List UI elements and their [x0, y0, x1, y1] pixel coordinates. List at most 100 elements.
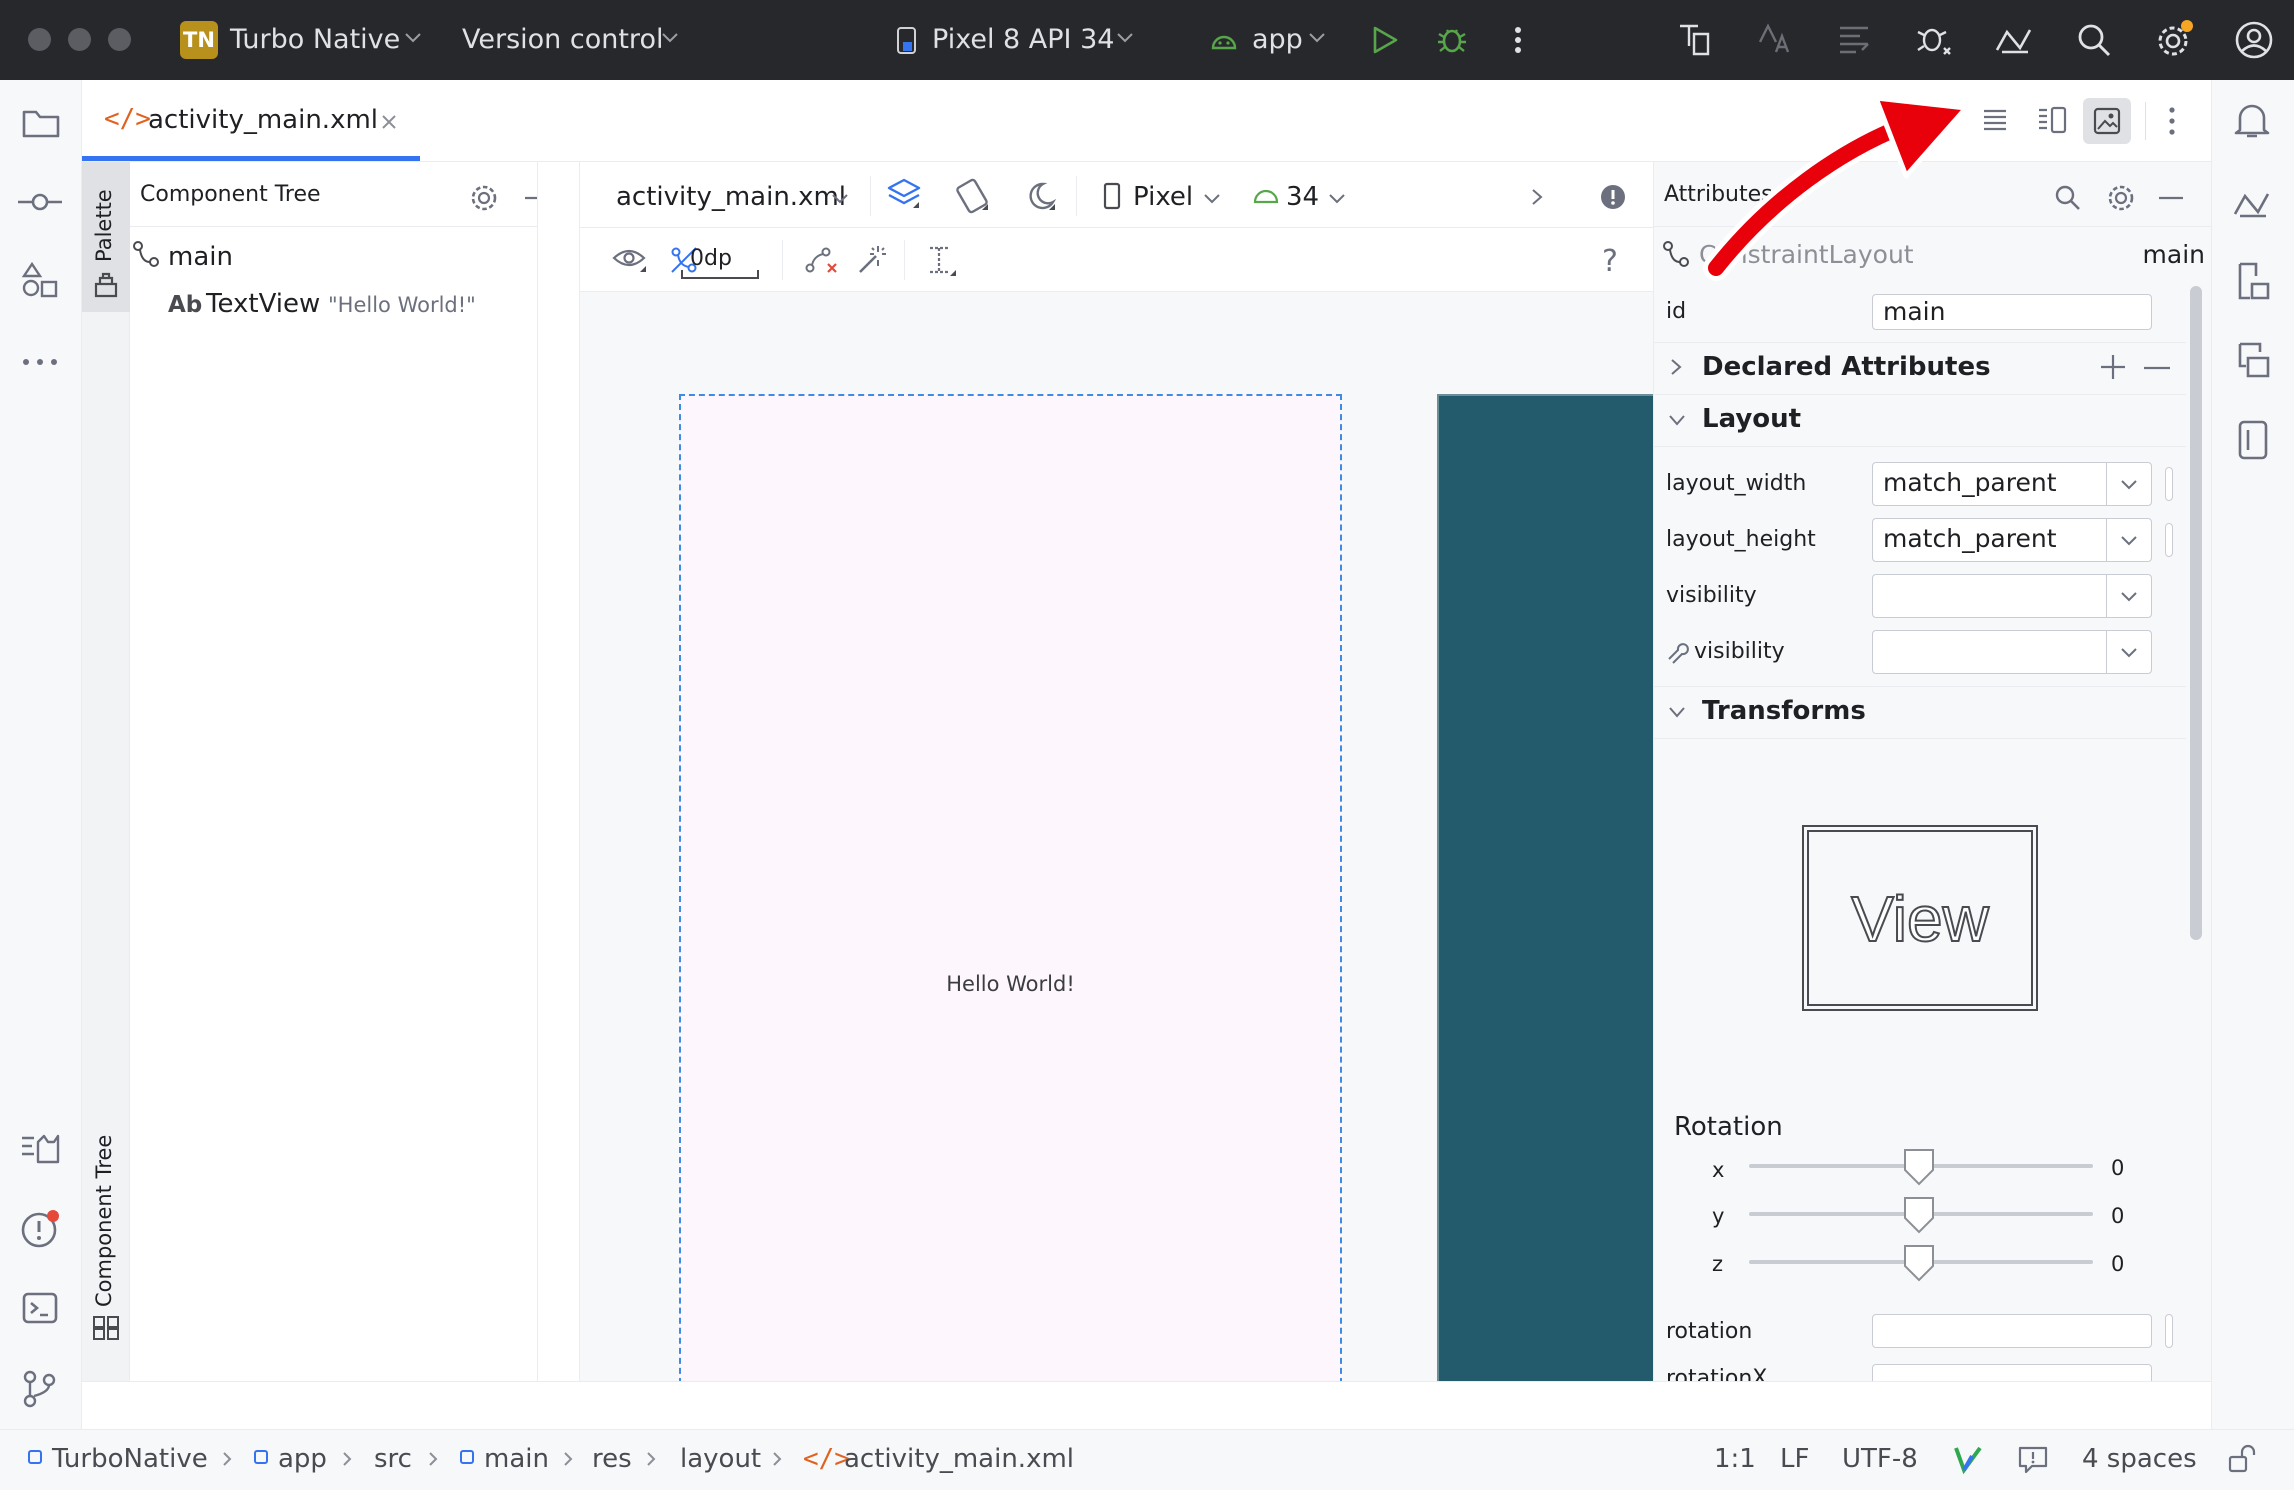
- breadcrumb-item-3[interactable]: main: [484, 1444, 549, 1474]
- terminal-icon[interactable]: [22, 1292, 58, 1324]
- attach-debugger-icon[interactable]: [1914, 22, 1952, 58]
- toolbar-overflow-chevron-icon[interactable]: [1531, 188, 1543, 206]
- device-preset-selector[interactable]: Pixel: [1133, 182, 1193, 212]
- layout-height-resource-picker[interactable]: [2165, 523, 2173, 557]
- logcat-icon[interactable]: [20, 1132, 60, 1166]
- close-window-button[interactable]: [28, 28, 51, 51]
- blueprint-preview-screen[interactable]: [1437, 394, 1653, 1394]
- attributes-scrollbar-thumb[interactable]: [2190, 286, 2202, 940]
- rotation-resource-picker[interactable]: [2165, 1314, 2173, 1348]
- caret-position[interactable]: 1:1: [1714, 1444, 1756, 1474]
- layout-height-chevron-icon[interactable]: [2121, 536, 2137, 546]
- transforms-section-header[interactable]: Transforms: [1702, 696, 1866, 726]
- attributes-settings-icon[interactable]: [2107, 184, 2135, 212]
- breadcrumb-item-5[interactable]: layout: [680, 1444, 761, 1474]
- layout-width-resource-picker[interactable]: [2165, 467, 2173, 501]
- transforms-chevron-down-icon[interactable]: [1668, 706, 1686, 718]
- file-chevron-icon[interactable]: [832, 194, 848, 204]
- rotation-input[interactable]: [1872, 1314, 2152, 1348]
- tab-bar-more-icon[interactable]: [2169, 107, 2175, 135]
- issues-icon[interactable]: [1600, 184, 1626, 210]
- close-tab-icon[interactable]: [382, 115, 396, 129]
- tools-visibility-dropdown[interactable]: [1872, 630, 2152, 674]
- device-mirror-icon[interactable]: [2238, 420, 2268, 460]
- component-tree-splitter[interactable]: [537, 162, 580, 1381]
- code-view-icon[interactable]: [1982, 108, 2008, 132]
- split-view-icon[interactable]: [2037, 106, 2067, 134]
- rotationx-input[interactable]: [1872, 1364, 2152, 1381]
- running-devices-icon[interactable]: [2232, 186, 2272, 222]
- api-level-chevron-icon[interactable]: [1329, 194, 1345, 204]
- more-tools-icon[interactable]: [22, 358, 58, 366]
- visibility-chevron-icon[interactable]: [2121, 592, 2137, 602]
- project-folder-icon[interactable]: [22, 108, 60, 138]
- help-icon[interactable]: ?: [1602, 244, 1618, 279]
- read-only-lock-icon[interactable]: [2228, 1444, 2258, 1474]
- palette-tab[interactable]: Palette: [82, 162, 130, 312]
- orientation-icon[interactable]: [954, 178, 990, 214]
- layout-height-dropdown[interactable]: match_parent: [1872, 518, 2152, 562]
- resource-manager-icon[interactable]: [21, 261, 58, 298]
- rotation-x-thumb[interactable]: [1903, 1148, 1935, 1186]
- declared-attributes-header[interactable]: Declared Attributes: [1702, 352, 1991, 382]
- tree-node-textview[interactable]: Ab TextView "Hello World!": [130, 282, 537, 326]
- attributes-minimize-icon[interactable]: [2159, 196, 2183, 200]
- layout-chevron-down-icon[interactable]: [1668, 414, 1686, 426]
- remove-attribute-icon[interactable]: [2144, 366, 2170, 370]
- breadcrumb-item-6[interactable]: activity_main.xml: [844, 1444, 1074, 1474]
- file-encoding[interactable]: UTF-8: [1842, 1444, 1918, 1474]
- infer-constraints-icon[interactable]: [856, 244, 888, 276]
- breadcrumb-item-1[interactable]: app: [278, 1444, 327, 1474]
- apply-code-changes-icon[interactable]: [1836, 22, 1872, 58]
- breadcrumb-item-0[interactable]: TurboNative: [52, 1444, 208, 1474]
- layout-file-selector[interactable]: activity_main.xml: [616, 182, 846, 212]
- problems-icon[interactable]: [20, 1208, 62, 1250]
- project-chevron-icon[interactable]: [405, 32, 421, 44]
- layout-width-chevron-icon[interactable]: [2121, 480, 2137, 490]
- component-tree-tab[interactable]: Component Tree: [82, 1122, 130, 1347]
- night-mode-icon[interactable]: [1023, 180, 1057, 214]
- sync-gradle-icon[interactable]: [1676, 22, 1712, 58]
- device-manager-icon[interactable]: [1994, 22, 2034, 58]
- more-actions-icon[interactable]: [1514, 26, 1522, 54]
- device-selector[interactable]: Pixel 8 API 34: [932, 24, 1114, 55]
- layout-section-header[interactable]: Layout: [1702, 404, 1801, 434]
- tab-activity-main[interactable]: </> activity_main.xml: [82, 80, 422, 162]
- visibility-dropdown[interactable]: [1872, 574, 2152, 618]
- guidelines-icon[interactable]: [924, 244, 958, 278]
- rotation-z-thumb[interactable]: [1903, 1244, 1935, 1282]
- device-chevron-icon[interactable]: [1117, 32, 1133, 44]
- notifications-bell-icon[interactable]: [2234, 102, 2270, 140]
- design-view-button[interactable]: [2083, 98, 2131, 144]
- commit-icon[interactable]: [18, 192, 62, 212]
- device-preset-chevron-icon[interactable]: [1204, 194, 1220, 204]
- minimize-window-button[interactable]: [68, 28, 91, 51]
- project-name[interactable]: Turbo Native: [230, 24, 400, 55]
- layout-width-dropdown[interactable]: match_parent: [1872, 462, 2152, 506]
- git-icon[interactable]: [22, 1370, 56, 1408]
- account-avatar-icon[interactable]: [2234, 20, 2274, 60]
- device-explorer-icon[interactable]: [2236, 262, 2270, 300]
- clear-constraints-icon[interactable]: [804, 246, 838, 276]
- inspection-widget-icon[interactable]: [2018, 1446, 2048, 1474]
- view-options-eye-icon[interactable]: [612, 246, 648, 274]
- declared-chevron-right-icon[interactable]: [1670, 358, 1682, 376]
- breadcrumb-item-2[interactable]: src: [374, 1444, 412, 1474]
- indent-setting[interactable]: 4 spaces: [2082, 1444, 2197, 1474]
- breadcrumb-item-4[interactable]: res: [592, 1444, 632, 1474]
- vcs-menu[interactable]: Version control: [462, 24, 663, 55]
- run-icon[interactable]: [1372, 26, 1398, 54]
- run-config-chevron-icon[interactable]: [1309, 32, 1325, 44]
- vim-mode-icon[interactable]: [1954, 1446, 1982, 1475]
- rotation-y-thumb[interactable]: [1903, 1196, 1935, 1234]
- debug-icon[interactable]: [1436, 24, 1468, 56]
- settings-gear-icon[interactable]: [2154, 20, 2194, 60]
- zoom-window-button[interactable]: [108, 28, 131, 51]
- api-level-selector[interactable]: 34: [1286, 182, 1319, 212]
- tools-visibility-chevron-icon[interactable]: [2121, 648, 2137, 658]
- vcs-chevron-icon[interactable]: [662, 32, 678, 44]
- design-blueprint-toggle-icon[interactable]: [887, 178, 921, 214]
- attributes-search-icon[interactable]: [2054, 184, 2082, 212]
- run-config[interactable]: app: [1252, 24, 1303, 55]
- tree-node-main[interactable]: main: [130, 234, 537, 278]
